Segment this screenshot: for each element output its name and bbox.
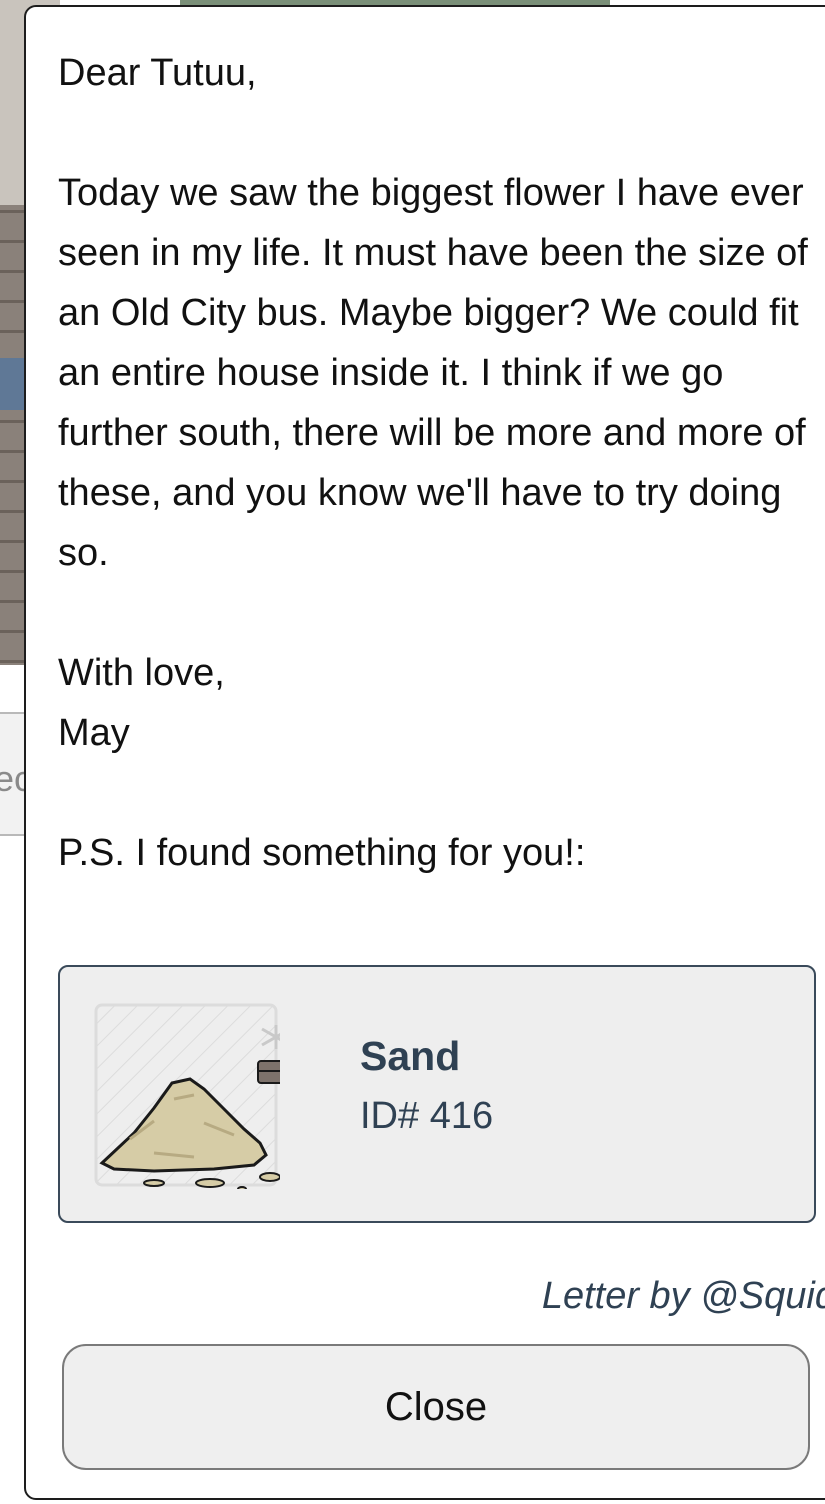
item-name: Sand [360,1033,461,1079]
letter-author: Letter by @Squid [541,1275,825,1317]
close-button[interactable]: Close [62,1344,810,1470]
letter-dialog: Dear Tutuu, Today we saw the biggest flo… [24,5,825,1500]
letter-body: Dear Tutuu, Today we saw the biggest flo… [58,52,808,874]
item-id: ID# 416 [360,1095,494,1137]
item-card[interactable]: Sand ID# 416 [58,965,816,1223]
sand-pile-icon [94,1003,280,1189]
